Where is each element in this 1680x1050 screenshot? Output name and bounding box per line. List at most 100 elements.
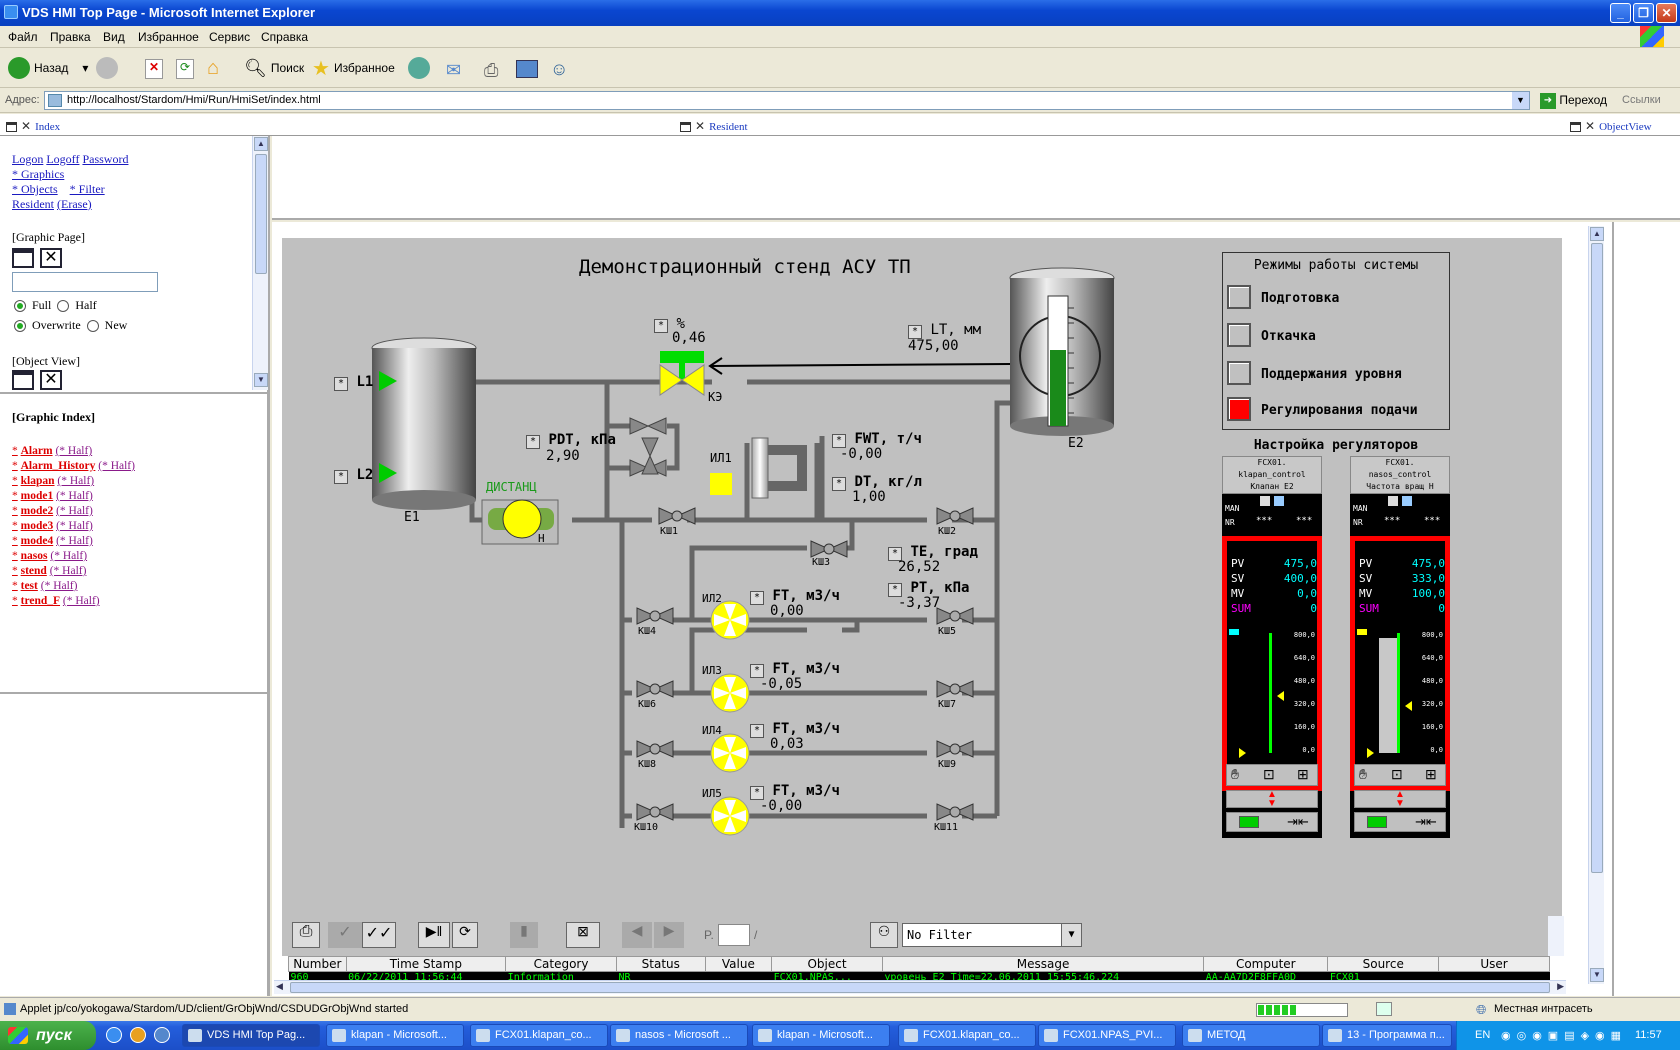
graphic-link-mode4[interactable]: mode4 xyxy=(21,535,54,547)
forward-arrow-icon[interactable] xyxy=(96,57,118,79)
quicklaunch-icon[interactable] xyxy=(154,1027,170,1043)
close-icon[interactable]: ✕ xyxy=(695,119,705,134)
filter-link[interactable]: * Filter xyxy=(70,182,105,196)
refresh-icon[interactable]: ⟳ xyxy=(176,59,194,79)
start-button[interactable]: пуск xyxy=(0,1021,96,1050)
objectview-link[interactable]: ObjectView xyxy=(1599,121,1652,133)
taskbar-button[interactable]: FCX01.NPAS_PVI... xyxy=(1038,1024,1176,1047)
graphic-link-mode2[interactable]: mode2 xyxy=(21,505,54,517)
back-button[interactable]: Назад ▾ xyxy=(8,55,88,81)
menu-file[interactable]: Файл xyxy=(8,30,38,44)
column-header[interactable]: Status xyxy=(615,956,706,972)
star-link[interactable]: * xyxy=(12,520,18,532)
menu-help[interactable]: Справка xyxy=(261,30,308,44)
half-link[interactable]: (* Half) xyxy=(55,445,92,457)
overwrite-radio[interactable] xyxy=(14,319,26,332)
column-header[interactable]: Category xyxy=(505,956,617,972)
minimize-button[interactable]: _ xyxy=(1610,3,1631,23)
graphic-link-alarm_history[interactable]: Alarm_History xyxy=(21,460,96,472)
quicklaunch-icon[interactable] xyxy=(130,1027,146,1043)
half-link[interactable]: (* Half) xyxy=(56,490,93,502)
graphics-link[interactable]: * Graphics xyxy=(12,167,64,181)
erase-link[interactable]: (Erase) xyxy=(57,197,92,211)
ball-valve-11[interactable] xyxy=(936,802,974,822)
page-input[interactable] xyxy=(718,924,750,946)
taskbar-button[interactable]: FCX01.klapan_co... xyxy=(898,1024,1036,1047)
faceplate-icon[interactable] xyxy=(1388,496,1398,506)
scroll-thumb[interactable] xyxy=(255,154,267,274)
ie-quicklaunch-icon[interactable] xyxy=(106,1027,122,1043)
graphic-link-nasos[interactable]: nasos xyxy=(21,550,48,562)
half-radio[interactable] xyxy=(57,299,70,312)
language-indicator[interactable]: EN xyxy=(1475,1029,1490,1041)
scroll-thumb[interactable] xyxy=(1591,243,1603,873)
address-dropdown-icon[interactable]: ▼ xyxy=(1512,92,1529,109)
mode-button-3[interactable] xyxy=(1227,361,1251,385)
auto-icon[interactable]: ⊡ xyxy=(1391,766,1403,783)
star-link[interactable]: * xyxy=(12,595,18,607)
raise-lower-button[interactable]: ▲ ▼ xyxy=(1354,789,1446,809)
logon-link[interactable]: Logon xyxy=(12,152,43,166)
mail-icon[interactable]: ✉ xyxy=(446,60,461,81)
graphic-link-alarm[interactable]: Alarm xyxy=(21,445,53,457)
menu-tools[interactable]: Сервис xyxy=(209,30,250,44)
address-input[interactable]: http://localhost/Stardom/Hmi/Run/HmiSet/… xyxy=(44,91,1530,110)
ball-valve-4[interactable] xyxy=(636,606,674,626)
close-icon[interactable]: ✕ xyxy=(1585,119,1595,134)
star-link[interactable]: * xyxy=(12,535,18,547)
raise-lower-button[interactable]: ▲ ▼ xyxy=(1226,789,1318,809)
taskbar-button[interactable]: VDS HMI Top Pag... xyxy=(182,1024,320,1047)
column-header[interactable]: Source xyxy=(1327,956,1440,972)
ack-all-icon[interactable]: ✓✓ xyxy=(362,922,396,948)
menu-view[interactable]: Вид xyxy=(103,30,125,44)
search-button[interactable]: 🔍︎ Поиск xyxy=(244,55,304,81)
scroll-thumb[interactable] xyxy=(290,982,1550,993)
cascade-icon[interactable]: ⊞ xyxy=(1425,766,1437,783)
history-icon[interactable] xyxy=(408,57,430,79)
clear-filter-icon[interactable]: ⊠ xyxy=(566,922,600,948)
print-icon[interactable]: ⎙ xyxy=(484,60,498,81)
pause-play-icon[interactable]: ▶‖ xyxy=(418,922,450,948)
pump-n[interactable] xyxy=(481,499,559,545)
refresh-icon[interactable]: ⟳ xyxy=(452,922,478,948)
ack-icon[interactable]: ✓ xyxy=(328,922,362,948)
column-header[interactable]: Computer xyxy=(1203,956,1329,972)
mode-button-4[interactable] xyxy=(1227,397,1251,421)
faceplate-icon[interactable] xyxy=(1260,496,1270,506)
open-window-icon[interactable] xyxy=(12,370,34,390)
star-link[interactable]: * xyxy=(12,490,18,502)
ball-valve-9[interactable] xyxy=(936,739,974,759)
column-header[interactable]: Number xyxy=(288,956,347,972)
ball-valve-5[interactable] xyxy=(936,606,974,626)
faceplate-icon[interactable] xyxy=(1274,496,1284,506)
graphic-link-test[interactable]: test xyxy=(21,580,38,592)
open-window-icon[interactable] xyxy=(12,248,34,268)
logoff-link[interactable]: Logoff xyxy=(46,152,79,166)
go-button[interactable]: ➜ Переход xyxy=(1540,93,1607,109)
window-icon[interactable] xyxy=(1570,121,1581,132)
close-button[interactable]: ✕ xyxy=(1656,3,1677,23)
next-page-icon[interactable]: ▶ xyxy=(654,922,684,948)
merge-icon[interactable]: ⇥⇤ xyxy=(1415,814,1437,830)
percent-star-button[interactable]: * xyxy=(654,319,668,333)
taskbar-button[interactable]: klapan - Microsoft... xyxy=(752,1024,890,1047)
tray-icons[interactable]: ◉◎◉▣▤◈◉▦ xyxy=(1501,1029,1627,1042)
ball-valve-2[interactable] xyxy=(936,506,974,526)
chevron-down-icon[interactable]: ▼ xyxy=(1061,924,1081,946)
close-window-icon[interactable]: ✕ xyxy=(40,370,62,390)
half-link[interactable]: (* Half) xyxy=(41,580,78,592)
control-valve-ke[interactable] xyxy=(659,351,705,396)
alarm-scrollbar[interactable] xyxy=(1548,916,1564,956)
password-link[interactable]: Password xyxy=(82,152,128,166)
index-link[interactable]: Index xyxy=(35,121,60,133)
ball-valve-6[interactable] xyxy=(636,679,674,699)
star-link[interactable]: * xyxy=(12,475,18,487)
bookmark-icon[interactable]: ▮ xyxy=(510,922,538,948)
mode-button-2[interactable] xyxy=(1227,323,1251,347)
faceplate-icon[interactable] xyxy=(1402,496,1412,506)
l2-star-button[interactable]: * xyxy=(334,470,348,484)
l1-star-button[interactable]: * xyxy=(334,377,348,391)
half-link[interactable]: (* Half) xyxy=(63,595,100,607)
resident-link[interactable]: Resident xyxy=(709,121,748,133)
green-arrow-icon[interactable] xyxy=(1367,816,1387,828)
